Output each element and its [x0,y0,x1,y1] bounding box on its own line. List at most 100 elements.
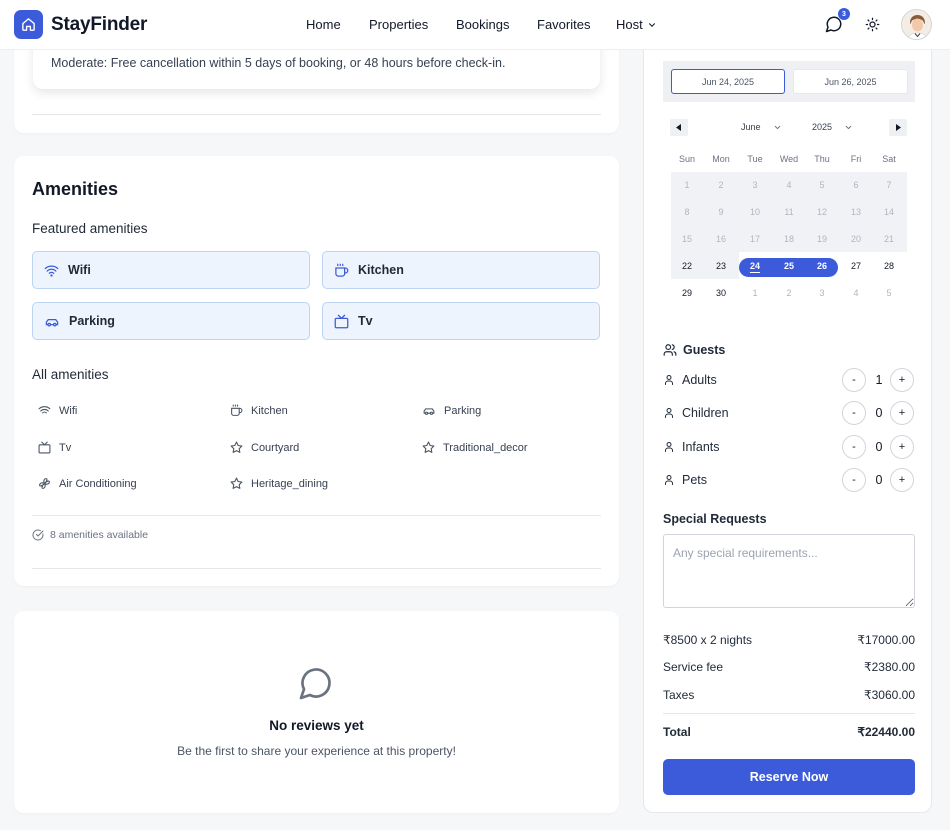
pets-decrement-button[interactable]: - [842,468,866,492]
calendar-prev-button[interactable] [670,119,688,136]
pets-increment-button[interactable]: + [890,468,914,492]
weekday-label: Wed [779,154,799,164]
calendar-day: 5 [819,180,825,190]
amenity-item-parking: Parking [422,404,481,417]
booking-panel: Jun 24, 2025 Jun 26, 2025 June 2025 Sun … [643,40,932,813]
nav-host-dropdown[interactable]: Host [616,17,657,32]
policy-card: Moderate: Free cancellation within 5 day… [14,40,619,133]
calendar-day: 8 [684,207,690,217]
infants-increment-button[interactable]: + [890,435,914,459]
users-icon [663,344,677,356]
guest-type-label: Children [682,406,729,420]
amenity-label: Heritage_dining [251,477,329,490]
price-row-nights: ₹8500 x 2 nights ₹17000.00 [663,633,915,647]
section-divider [32,515,601,516]
amenity-item-courtyard: Courtyard [230,441,299,454]
nav-home-link[interactable]: Home [306,17,369,32]
calendar-day[interactable]: 30 [704,283,738,303]
calendar-month-select[interactable]: June [741,122,782,132]
featured-amenities-title: Featured amenities [32,221,148,236]
guest-label-children: Children [663,406,729,420]
calendar-day: 19 [816,234,827,244]
calendar-day: 6 [853,180,859,190]
calendar-day: 4 [786,180,792,190]
calendar-day: 9 [718,207,724,217]
calendar-day: 7 [886,180,892,190]
adults-increment-button[interactable]: + [890,368,914,392]
wifi-icon [44,264,59,277]
amenities-title: Amenities [32,179,119,199]
total-value: ₹22440.00 [857,725,915,739]
calendar-day: 18 [783,234,794,244]
children-increment-button[interactable]: + [890,401,914,425]
calendar-day[interactable]: 25 [772,256,806,276]
calendar-day: 21 [883,234,894,244]
featured-amenity-tv: Tv [322,302,600,340]
triangle-right-icon [896,124,901,131]
calendar-day: 3 [819,288,825,298]
guest-row-children: Children - 0 + [663,401,915,425]
guest-type-label: Pets [682,473,708,487]
user-icon [665,442,673,452]
nav-bookings-link[interactable]: Bookings [456,17,537,32]
user-icon [665,375,673,385]
car-icon [423,408,435,415]
calendar-day: 10 [749,207,760,217]
wifi-icon [38,406,51,414]
check-in-date-input[interactable]: Jun 24, 2025 [671,69,785,94]
calendar-day[interactable]: 27 [839,256,873,276]
adults-decrement-button[interactable]: - [842,368,866,392]
nav-favorites-link[interactable]: Favorites [537,17,616,32]
guest-label-adults: Adults [663,373,717,387]
featured-amenity-parking: Parking [32,302,310,340]
featured-amenity-label: Tv [358,314,373,328]
weekday-label: Thu [814,154,830,164]
user-avatar[interactable] [901,9,932,40]
special-requests-title: Special Requests [663,512,767,526]
guest-type-label: Infants [682,440,720,454]
calendar-day: 20 [850,234,861,244]
amenity-label: Kitchen [251,404,288,417]
calendar-day[interactable]: 23 [704,256,738,276]
infants-count: 0 [875,440,883,454]
price-value: ₹17000.00 [857,633,915,647]
calendar-day[interactable]: 26 [805,256,839,276]
calendar-month-label: June [741,122,761,132]
weekday-label: Tue [747,154,763,164]
children-count: 0 [875,406,883,420]
calendar-year-label: 2025 [812,122,833,132]
chevron-down-icon [648,22,655,27]
amenity-label: Parking [444,404,482,417]
sun-icon[interactable] [865,17,880,32]
calendar-day: 17 [749,234,760,244]
cancellation-policy-text: Moderate: Free cancellation within 5 day… [51,56,506,70]
nav-properties-link[interactable]: Properties [369,17,456,32]
special-requests-textarea[interactable] [663,534,915,608]
calendar-day[interactable]: 28 [872,256,906,276]
check-out-date-input[interactable]: Jun 26, 2025 [793,69,908,94]
total-label: Total [663,725,691,739]
triangle-left-icon [676,124,681,131]
calendar-day: 11 [784,207,794,217]
car-icon [45,318,59,326]
featured-amenity-label: Parking [69,314,115,328]
calendar-day[interactable]: 22 [670,256,704,276]
amenity-item-heritage-dining: Heritage_dining [230,477,328,490]
calendar-day: 12 [816,207,827,217]
calendar-year-select[interactable]: 2025 [812,122,853,132]
children-decrement-button[interactable]: - [842,401,866,425]
calendar-day[interactable]: 29 [670,283,704,303]
reserve-now-button[interactable]: Reserve Now [663,759,915,795]
amenities-card: Amenities Featured amenities Wifi Kitche… [14,156,619,586]
calendar-next-button[interactable] [889,119,907,136]
guests-title: Guests [683,343,726,357]
calendar-day[interactable]: 24 [738,256,772,276]
message-circle-icon [299,668,331,700]
chevron-down-icon [845,125,852,129]
brand-logo[interactable]: StayFinder [14,10,147,39]
price-value: ₹3060.00 [863,688,915,702]
weekday-label: Mon [712,154,730,164]
no-reviews-title: No reviews yet [269,718,364,733]
featured-amenity-wifi: Wifi [32,251,310,289]
infants-decrement-button[interactable]: - [842,435,866,459]
